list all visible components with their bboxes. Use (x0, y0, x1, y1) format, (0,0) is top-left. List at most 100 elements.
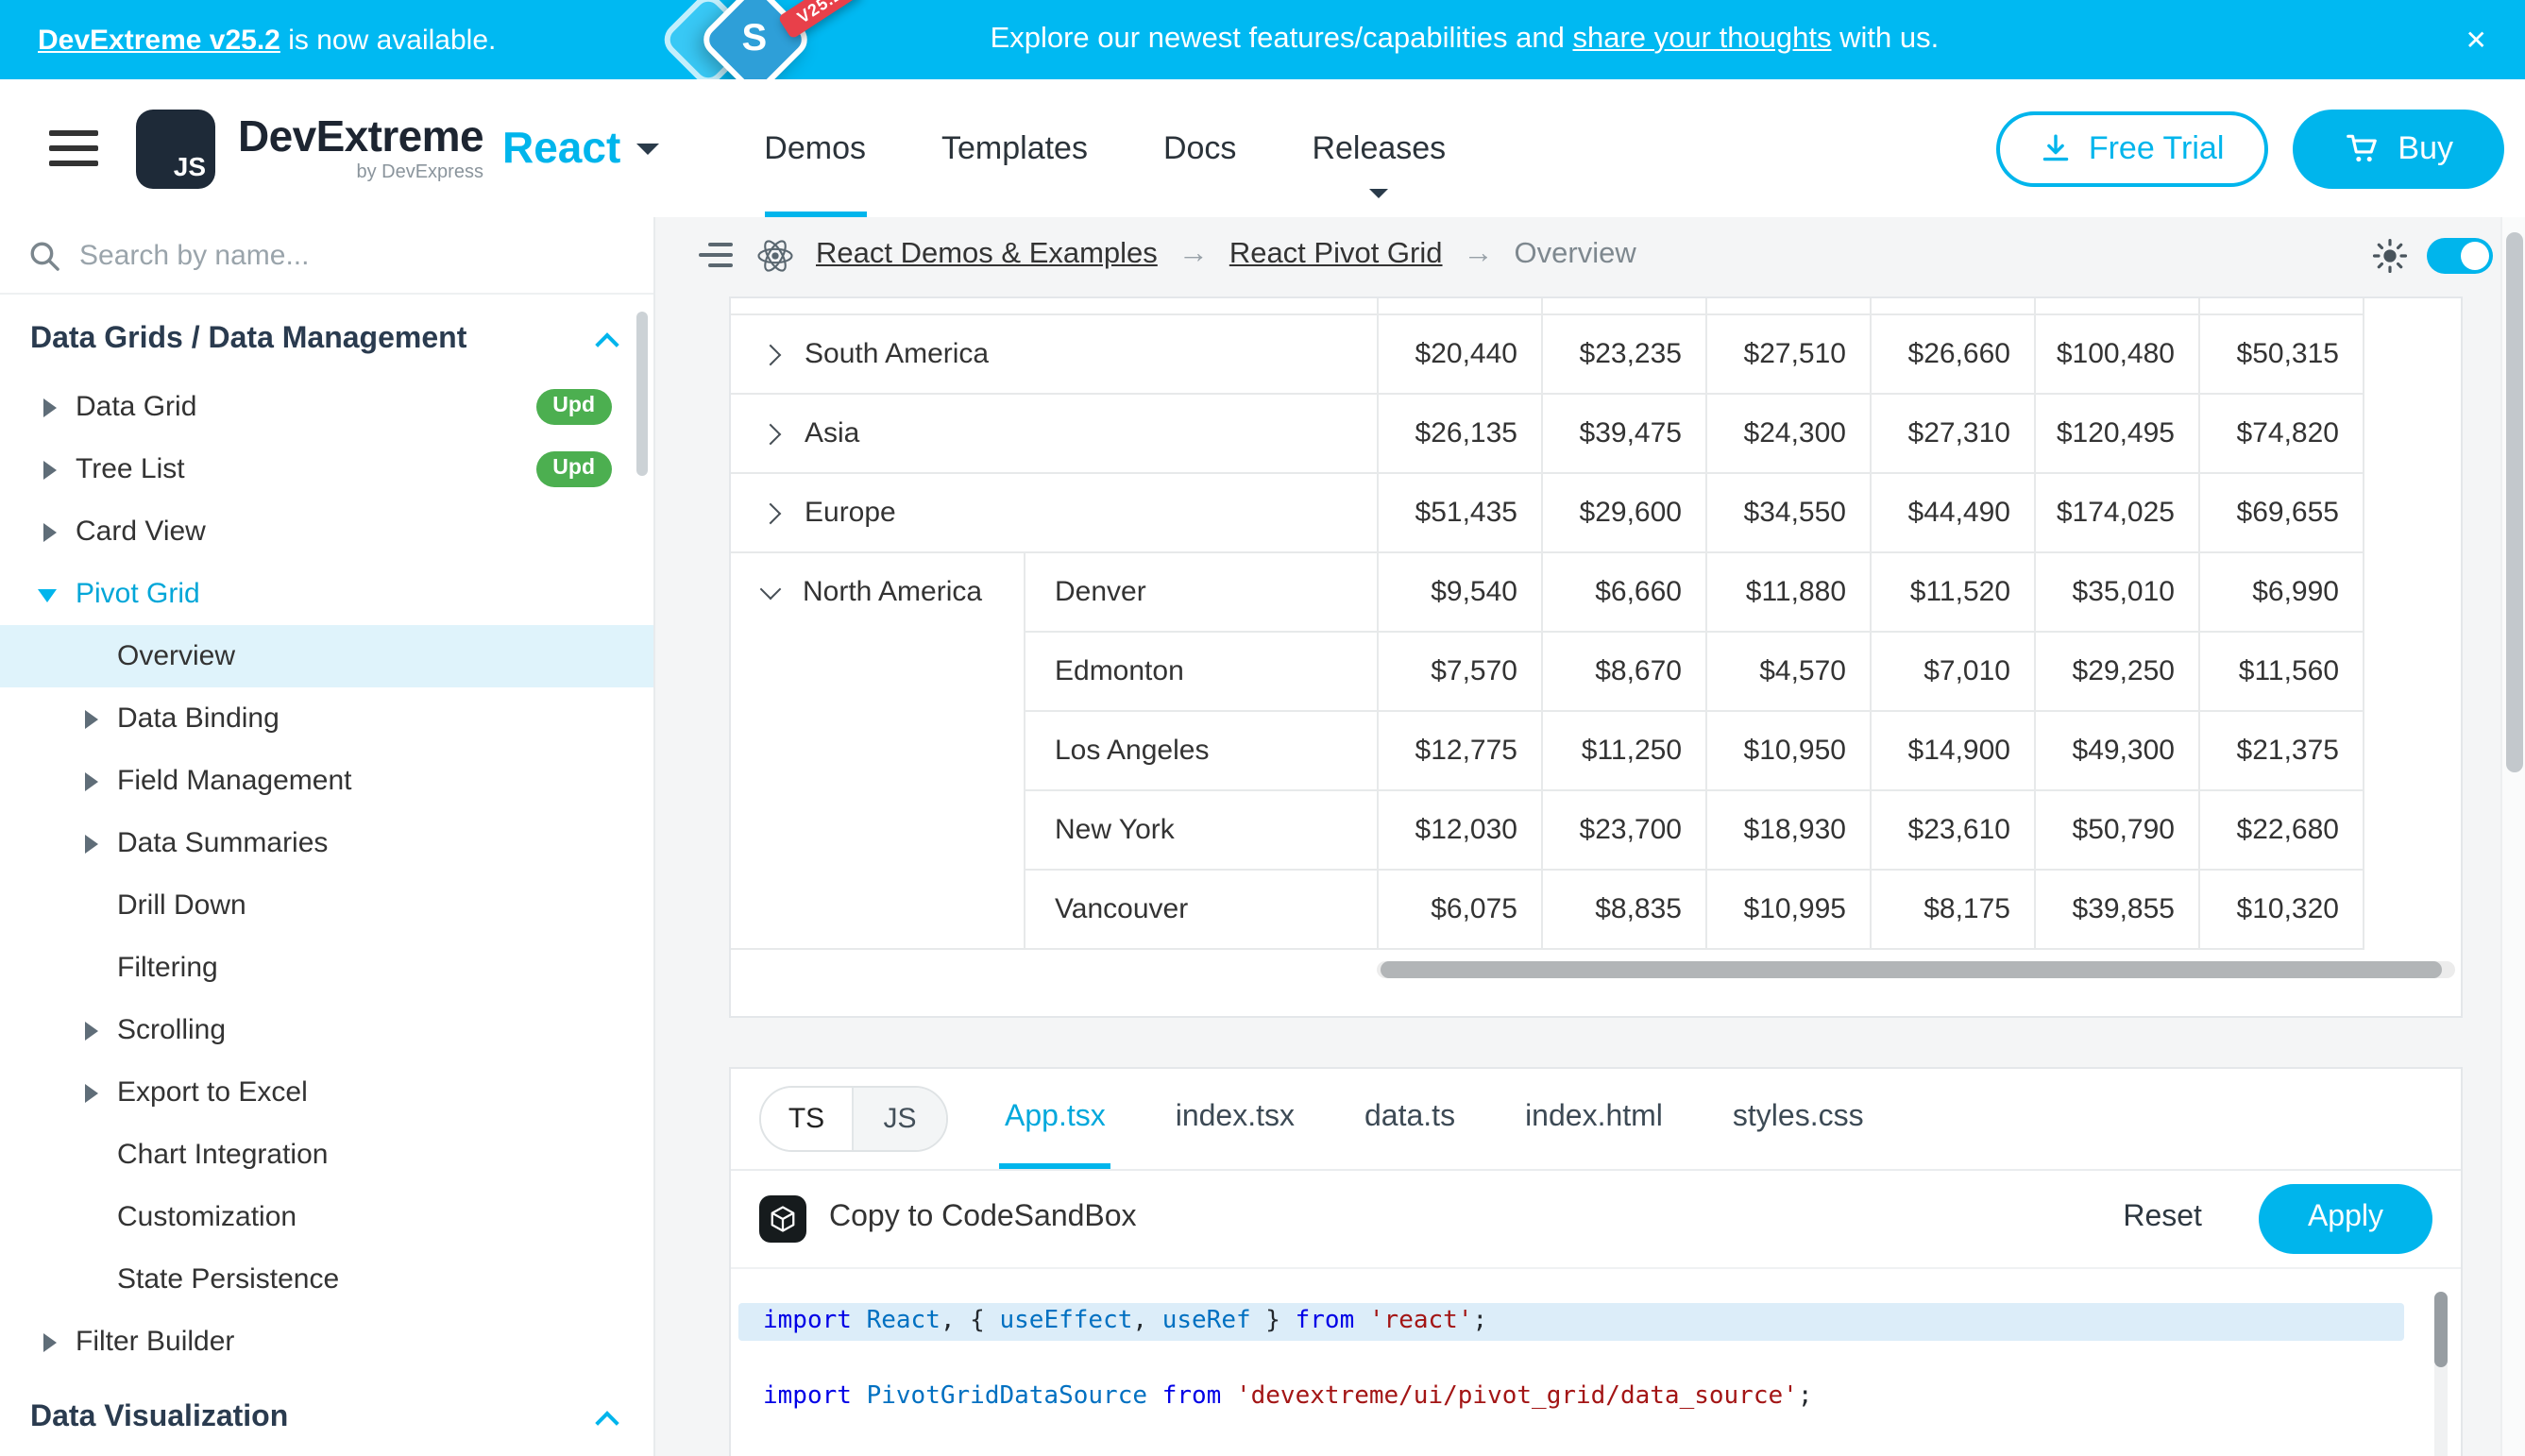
pivot-rowlabel-europe[interactable]: Europe (731, 472, 1377, 551)
pivot-value-cell[interactable]: $18,930 (1705, 789, 1870, 869)
pivot-value-cell[interactable]: $10,995 (1705, 869, 1870, 948)
framework-chevron-down-icon[interactable] (635, 143, 658, 165)
pivot-value-cell[interactable]: $11,250 (1541, 710, 1705, 789)
pivot-value-cell[interactable]: $51,435 (1377, 472, 1541, 551)
tab-styles-css[interactable]: styles.css (1733, 1068, 1864, 1168)
share-thoughts-link[interactable]: share your thoughts (1573, 23, 1832, 55)
sidebar-scrollbar-thumb[interactable] (636, 312, 648, 476)
pivot-value-cell[interactable]: $12,030 (1377, 789, 1541, 869)
sidebar-item-data-grid[interactable]: Data GridUpd (0, 376, 653, 438)
version-link[interactable]: DevExtreme v25.2 (38, 24, 280, 56)
nav-item-templates[interactable]: Templates (941, 79, 1088, 217)
sidebar-item-card-view[interactable]: Card View (0, 500, 653, 563)
pivot-value-cell[interactable]: $6,075 (1377, 869, 1541, 948)
pivot-hscroll-thumb[interactable] (1381, 960, 2442, 977)
tab-index-html[interactable]: index.html (1525, 1068, 1663, 1168)
pivot-value-cell[interactable]: $49,300 (2034, 710, 2198, 789)
pivot-value-cell[interactable]: $6,660 (1541, 551, 1705, 631)
lang-option-ts[interactable]: TS (761, 1087, 854, 1149)
pivot-value-cell[interactable]: $20,440 (1377, 313, 1541, 393)
framework-selector-label[interactable]: React (502, 127, 620, 170)
copy-to-codesandbox-label[interactable]: Copy to CodeSandBox (829, 1201, 1137, 1235)
pivot-value-cell[interactable]: $9,540 (1377, 551, 1541, 631)
nav-item-demos[interactable]: Demos (764, 79, 866, 217)
pivot-value-cell[interactable]: $8,175 (1870, 869, 2034, 948)
pivot-value-cell[interactable]: $21,375 (2198, 710, 2363, 789)
pivot-value-cell[interactable]: $74,820 (2198, 393, 2363, 472)
search-input[interactable] (79, 239, 625, 271)
pivot-value-cell[interactable]: $10,950 (1705, 710, 1870, 789)
sidebar-item-filter-builder[interactable]: Filter Builder (0, 1311, 653, 1373)
pivot-value-cell[interactable]: $26,135 (1377, 393, 1541, 472)
code-line-3[interactable]: import PivotGridDataSource from 'devextr… (731, 1378, 2461, 1415)
pivot-value-cell[interactable]: $35,010 (2034, 551, 2198, 631)
pivot-rowlabel-south-america[interactable]: South America (731, 313, 1377, 393)
pivot-value-cell[interactable]: $26,660 (1870, 313, 2034, 393)
pivot-value-cell[interactable]: $27,310 (1870, 393, 2034, 472)
pivot-citylabel-edmonton[interactable]: Edmonton (1024, 631, 1377, 710)
pivot-value-cell[interactable]: $24,300 (1705, 393, 1870, 472)
buy-button[interactable]: Buy (2292, 109, 2504, 188)
pivot-value-cell[interactable]: $39,475 (1541, 393, 1705, 472)
brand-home-link[interactable]: JS DevExtreme by DevExpress (98, 109, 483, 188)
sidebar-item-data-summaries[interactable]: Data Summaries (0, 812, 653, 874)
pivot-value-cell[interactable]: $69,655 (2198, 472, 2363, 551)
pivot-value-cell[interactable]: $29,250 (2034, 631, 2198, 710)
pivot-value-cell[interactable]: $23,700 (1541, 789, 1705, 869)
pivot-value-cell[interactable]: $22,680 (2198, 789, 2363, 869)
pivot-value-cell[interactable]: $50,790 (2034, 789, 2198, 869)
pivot-value-cell[interactable]: $10,320 (2198, 869, 2363, 948)
code-line-4[interactable] (731, 1415, 2461, 1453)
pivot-value-cell[interactable]: $12,775 (1377, 710, 1541, 789)
sidebar-item-data-binding[interactable]: Data Binding (0, 687, 653, 750)
tab-index-tsx[interactable]: index.tsx (1176, 1068, 1295, 1168)
sidebar-item-chart-integration[interactable]: Chart Integration (0, 1124, 653, 1186)
pivot-value-cell[interactable]: $39,855 (2034, 869, 2198, 948)
pivot-value-cell[interactable]: $4,570 (1705, 631, 1870, 710)
theme-toggle[interactable] (2427, 237, 2493, 273)
pivot-value-cell[interactable]: $7,010 (1870, 631, 2034, 710)
pivot-value-cell[interactable]: $11,520 (1870, 551, 2034, 631)
pivot-value-cell[interactable]: $7,570 (1377, 631, 1541, 710)
breadcrumb-item-react-demos-examples[interactable]: React Demos & Examples (816, 238, 1158, 272)
pivot-value-cell[interactable]: $120,495 (2034, 393, 2198, 472)
pivot-value-cell[interactable]: $50,315 (2198, 313, 2363, 393)
pivot-rowlabel-north-america[interactable]: North America (731, 551, 1024, 948)
code-line-2[interactable] (731, 1340, 2461, 1378)
breadcrumb-item-react-pivot-grid[interactable]: React Pivot Grid (1229, 238, 1443, 272)
pivot-value-cell[interactable]: $100,480 (2034, 313, 2198, 393)
pivot-value-cell[interactable]: $27,510 (1705, 313, 1870, 393)
pivot-value-cell[interactable]: $6,990 (2198, 551, 2363, 631)
pivot-citylabel-denver[interactable]: Denver (1024, 551, 1377, 631)
nav-item-releases[interactable]: Releases (1312, 79, 1446, 217)
code-line-1[interactable]: import React, { useEffect, useRef } from… (738, 1302, 2404, 1340)
pivot-rowlabel-asia[interactable]: Asia (731, 393, 1377, 472)
pivot-value-cell[interactable]: $29,600 (1541, 472, 1705, 551)
pivot-value-cell[interactable]: $11,880 (1705, 551, 1870, 631)
toc-icon[interactable] (697, 236, 735, 274)
pivot-citylabel-new-york[interactable]: New York (1024, 789, 1377, 869)
pivot-value-cell[interactable]: $174,025 (2034, 472, 2198, 551)
apply-button[interactable]: Apply (2259, 1183, 2432, 1253)
pivot-value-cell[interactable]: $14,900 (1870, 710, 2034, 789)
sidebar-item-field-management[interactable]: Field Management (0, 750, 653, 812)
tab-app-tsx[interactable]: App.tsx (1005, 1068, 1106, 1168)
page-scrollbar-thumb[interactable] (2506, 232, 2523, 772)
sidebar-section-data-grids-data-management[interactable]: Data Grids / Data Management (0, 295, 653, 376)
sidebar-item-pivot-grid[interactable]: Pivot Grid (0, 563, 653, 625)
pivot-citylabel-vancouver[interactable]: Vancouver (1024, 869, 1377, 948)
pivot-value-cell[interactable]: $23,235 (1541, 313, 1705, 393)
hamburger-menu-icon[interactable] (49, 121, 98, 176)
pivot-value-cell[interactable]: $23,610 (1870, 789, 2034, 869)
pivot-value-cell[interactable]: $8,835 (1541, 869, 1705, 948)
sidebar-item-state-persistence[interactable]: State Persistence (0, 1248, 653, 1311)
tab-data-ts[interactable]: data.ts (1364, 1068, 1455, 1168)
sidebar-item-customization[interactable]: Customization (0, 1186, 653, 1248)
sidebar-item-scrolling[interactable]: Scrolling (0, 999, 653, 1061)
free-trial-button[interactable]: Free Trial (1996, 110, 2268, 186)
lang-option-js[interactable]: JS (854, 1087, 946, 1149)
sidebar-item-filtering[interactable]: Filtering (0, 937, 653, 999)
codesandbox-icon[interactable] (759, 1194, 806, 1242)
banner-close-icon[interactable]: ✕ (2466, 26, 2487, 53)
sidebar-item-tree-list[interactable]: Tree ListUpd (0, 438, 653, 500)
